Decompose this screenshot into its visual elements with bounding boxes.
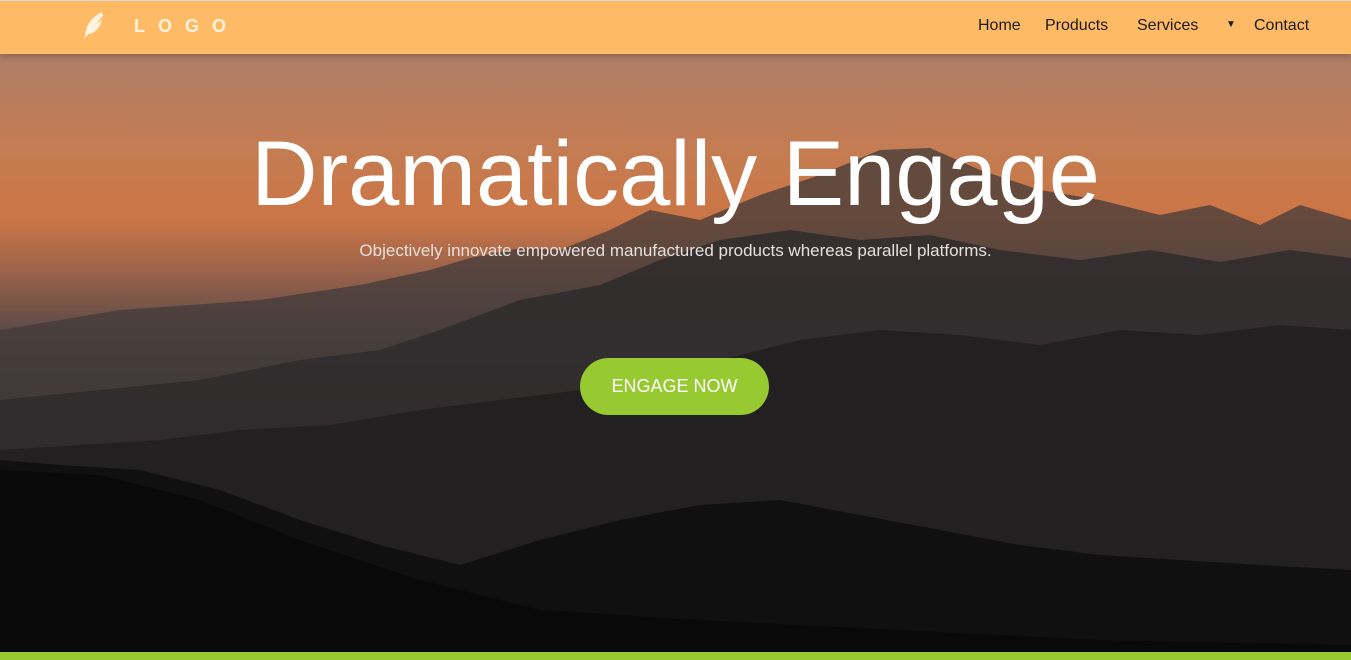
site-header: LOGO Home Products Services ▼ Contact [0, 0, 1351, 54]
nav-contact[interactable]: Contact [1254, 17, 1309, 35]
main-nav: Home Products Services ▼ Contact [0, 1, 1351, 55]
services-dropdown-caret-icon[interactable]: ▼ [1226, 19, 1236, 30]
engage-now-button[interactable]: ENGAGE NOW [580, 358, 769, 415]
nav-products[interactable]: Products [1045, 17, 1108, 35]
hero-section: Dramatically Engage Objectively innovate… [0, 0, 1351, 652]
hero-title: Dramatically Engage [251, 123, 1100, 225]
hero-subtitle: Objectively innovate empowered manufactu… [359, 241, 992, 260]
nav-home[interactable]: Home [978, 17, 1021, 35]
nav-services[interactable]: Services [1137, 17, 1198, 35]
landing-page: Dramatically Engage Objectively innovate… [0, 0, 1351, 660]
bottom-accent-bar [0, 652, 1351, 660]
hero-overlay [0, 0, 1351, 652]
